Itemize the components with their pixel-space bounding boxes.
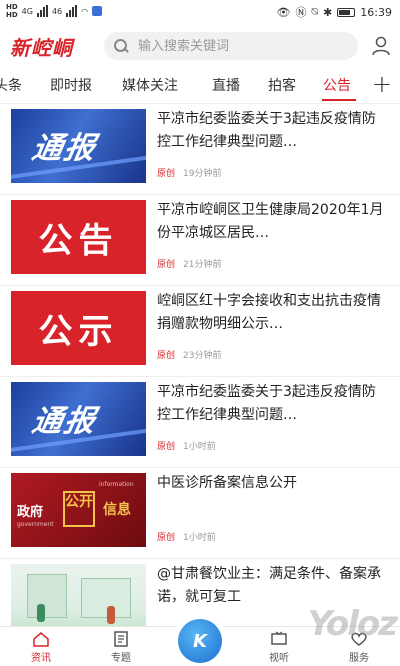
item-meta: 原创 21分钟前 bbox=[157, 257, 221, 270]
home-icon bbox=[33, 632, 49, 647]
bluetooth-icon: ✱ bbox=[323, 5, 333, 19]
status-right: 👁 Ⓝ ⍉ ✱ 16:39 bbox=[277, 4, 393, 20]
list-item[interactable]: information 政府 公开 信息 government 中医诊所备案信息… bbox=[0, 468, 400, 559]
thumbnail-gov-info: information 政府 公开 信息 government bbox=[11, 473, 146, 547]
app-notification-icon bbox=[92, 6, 103, 16]
item-title: 平凉市纪委监委关于3起违反疫情防控工作纪律典型问题… bbox=[157, 111, 376, 150]
tab-zhibo[interactable]: 直播 bbox=[212, 75, 240, 95]
search-icon bbox=[114, 39, 128, 53]
item-tag: 原创 bbox=[157, 260, 176, 270]
center-action-button[interactable]: K bbox=[172, 613, 228, 666]
item-meta: 原创 1小时前 bbox=[157, 530, 216, 543]
signal-icon-2 bbox=[66, 5, 78, 17]
item-time: 19分钟前 bbox=[183, 169, 222, 179]
item-tag: 原创 bbox=[157, 351, 176, 361]
tv-icon bbox=[271, 631, 287, 645]
silent-icon: ⍉ bbox=[311, 5, 319, 18]
clock: 16:39 bbox=[360, 5, 392, 19]
item-title: 平凉市纪委监委关于3起违反疫情防控工作纪律典型问题… bbox=[157, 384, 376, 423]
item-time: 1小时前 bbox=[183, 533, 216, 543]
search-bar[interactable] bbox=[104, 32, 358, 60]
status-bar: HD HD 4G 46 ◠ 👁 Ⓝ ⍉ ✱ 16:39 bbox=[0, 0, 400, 24]
app-logo[interactable]: 新崆峒 bbox=[10, 32, 73, 61]
item-time: 21分钟前 bbox=[183, 260, 222, 270]
item-time: 23分钟前 bbox=[183, 351, 222, 361]
item-tag: 原创 bbox=[157, 442, 176, 452]
list-item[interactable]: 通报 平凉市纪委监委关于3起违反疫情防控工作纪律典型问题… 原创 1小时前 bbox=[0, 377, 400, 468]
item-title: 崆峒区红十字会接收和支出抗击疫情捐赠款物明细公示… bbox=[157, 293, 381, 332]
tab-jishibao[interactable]: 即时报 bbox=[50, 75, 92, 95]
tab-gonggao[interactable]: 公告 bbox=[323, 75, 351, 95]
watermark: Yoloz bbox=[307, 604, 398, 644]
signal-icon bbox=[36, 5, 48, 17]
item-meta: 原创 23分钟前 bbox=[157, 348, 221, 361]
hd-label-1: HD bbox=[6, 3, 18, 11]
document-icon bbox=[114, 631, 128, 647]
list-item[interactable]: 公示 崆峒区红十字会接收和支出抗击疫情捐赠款物明细公示… 原创 23分钟前 bbox=[0, 286, 400, 377]
nav-shiting[interactable]: 视听 bbox=[254, 631, 304, 664]
hd-indicators: HD HD bbox=[6, 3, 18, 19]
item-tag: 原创 bbox=[157, 169, 176, 179]
eye-icon: 👁 bbox=[276, 5, 291, 19]
nav-zhuanti[interactable]: 专题 bbox=[96, 631, 146, 664]
tab-paike[interactable]: 拍客 bbox=[268, 75, 296, 95]
thumbnail-tongbao: 通报 bbox=[11, 382, 146, 456]
list-item[interactable]: 通报 平凉市纪委监委关于3起违反疫情防控工作纪律典型问题… 原创 19分钟前 bbox=[0, 104, 400, 195]
wifi-icon: ◠ bbox=[81, 6, 89, 16]
thumbnail-gonggao: 公告 bbox=[11, 200, 146, 274]
channel-tabs: 头条 即时报 媒体关注 直播 拍客 公告 + bbox=[0, 66, 400, 104]
item-meta: 原创 1小时前 bbox=[157, 439, 216, 452]
top-bar: 新崆峒 bbox=[0, 24, 400, 66]
item-title: 中医诊所备案信息公开 bbox=[157, 475, 297, 491]
tab-toutiao[interactable]: 头条 bbox=[0, 75, 22, 95]
item-title: @甘肃餐饮业主：满足条件、备案承诺，就可复工 bbox=[157, 566, 381, 605]
item-time: 1小时前 bbox=[183, 442, 216, 452]
item-title: 平凉市崆峒区卫生健康局2020年1月份平凉城区居民… bbox=[157, 202, 384, 241]
center-logo-icon: K bbox=[178, 619, 222, 663]
network-label-2: 46 bbox=[51, 6, 63, 16]
thumbnail-tongbao: 通报 bbox=[11, 109, 146, 183]
status-left: HD HD 4G 46 ◠ bbox=[6, 3, 103, 19]
thumbnail-gongshi: 公示 bbox=[11, 291, 146, 365]
tab-meiti[interactable]: 媒体关注 bbox=[122, 75, 178, 95]
item-tag: 原创 bbox=[157, 533, 176, 543]
nfc-icon: Ⓝ bbox=[295, 6, 307, 19]
hd-label-2: HD bbox=[6, 11, 18, 19]
active-tab-indicator bbox=[322, 99, 356, 101]
list-item[interactable]: 公告 平凉市崆峒区卫生健康局2020年1月份平凉城区居民… 原创 21分钟前 bbox=[0, 195, 400, 286]
user-icon[interactable] bbox=[372, 36, 390, 56]
network-label-1: 4G bbox=[21, 6, 33, 16]
nav-zixun[interactable]: 资讯 bbox=[16, 631, 66, 664]
battery-icon bbox=[337, 7, 356, 17]
add-channel-button[interactable]: + bbox=[372, 70, 392, 98]
search-input[interactable] bbox=[138, 38, 338, 54]
item-meta: 原创 19分钟前 bbox=[157, 166, 221, 179]
